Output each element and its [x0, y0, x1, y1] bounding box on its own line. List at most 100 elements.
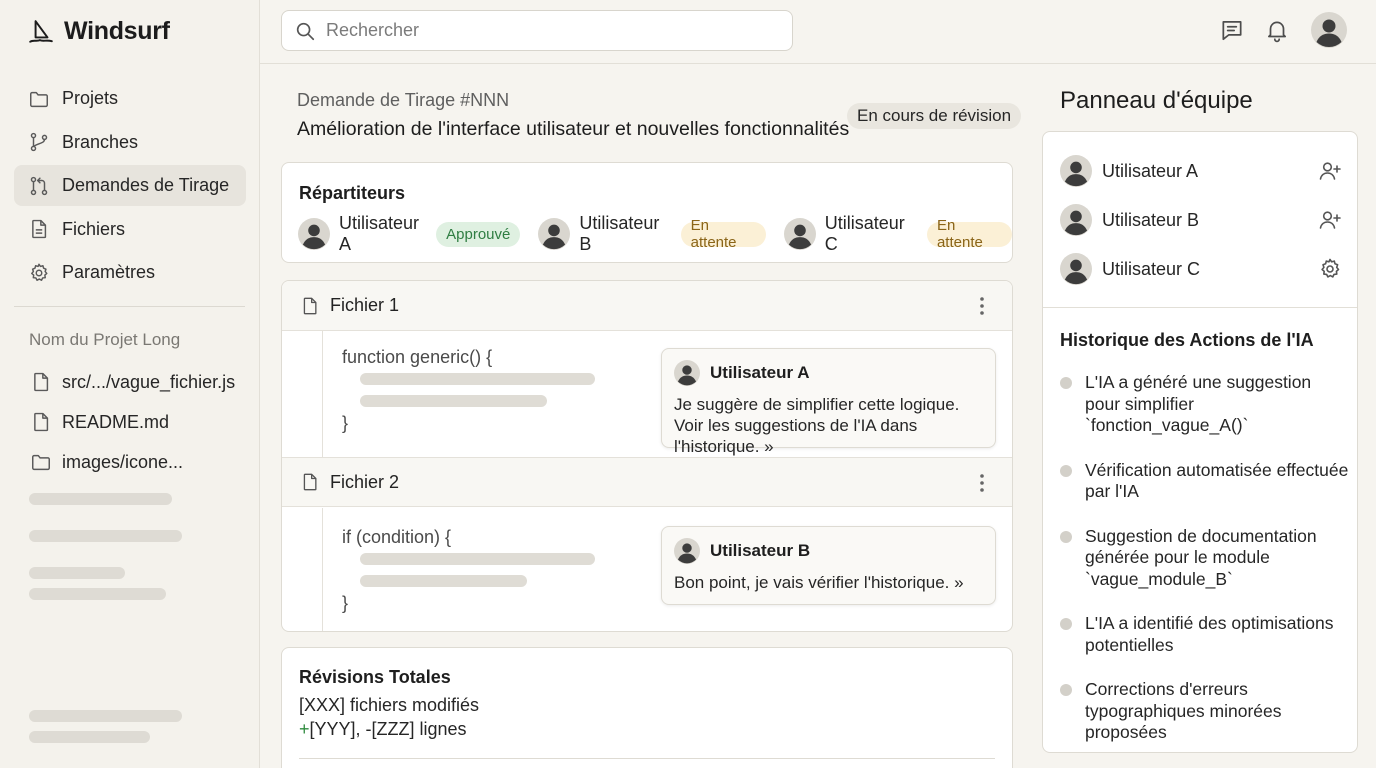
sidebar-item-parametres[interactable]: Paramètres: [14, 252, 246, 293]
comment-header: Utilisateur A: [674, 360, 983, 386]
sidebar-item-branches[interactable]: Branches: [14, 122, 246, 163]
file-item-label: src/.../vague_fichier.js: [62, 371, 236, 392]
file-icon: [300, 296, 320, 316]
history-text: L'IA a identifié des optimisations poten…: [1085, 613, 1334, 655]
sidebar-item-label: Projets: [62, 88, 119, 108]
user-plus-icon[interactable]: [1318, 159, 1342, 183]
sidebar-item-projets[interactable]: Projets: [14, 78, 246, 119]
gear-icon[interactable]: [1318, 257, 1342, 281]
file-title: Fichier 2: [330, 471, 400, 492]
bullet-dot: [1060, 684, 1072, 696]
code-gutter: [322, 331, 323, 457]
avatar: [674, 360, 700, 386]
sidebar-item-demandes-de-tirage[interactable]: Demandes de Tirage: [14, 165, 246, 206]
skeleton-placeholder: [29, 530, 182, 542]
comment-text: Bon point, je vais vérifier l'historique…: [674, 573, 964, 592]
file-item-vague-fichier[interactable]: src/.../vague_fichier.js: [30, 362, 235, 402]
history-item: Corrections d'erreurs typographiques min…: [1060, 679, 1350, 744]
revisions-card: Révisions Totales [XXX] fichiers modifié…: [281, 647, 1013, 768]
file-icon: [30, 411, 52, 433]
code-line: }: [342, 413, 349, 433]
divider: [299, 758, 995, 759]
search-input[interactable]: [326, 20, 766, 41]
message-icon[interactable]: [1219, 17, 1245, 43]
lines-changed: +[YYY], -[ZZZ] lignes: [299, 717, 479, 741]
reviewer-a[interactable]: Utilisateur A Approuvé: [298, 213, 521, 255]
files-diff-card: Fichier 1 function generic() { } Utilisa…: [281, 280, 1013, 632]
code-skeleton: [360, 373, 595, 385]
code-skeleton: [360, 553, 595, 565]
comment-header: Utilisateur B: [674, 538, 983, 564]
project-name: Nom du Projet Long: [29, 330, 181, 349]
avatar[interactable]: [1311, 12, 1347, 48]
skeleton-placeholder: [29, 493, 172, 505]
member-name: Utilisateur A: [1102, 160, 1199, 181]
bell-icon[interactable]: [1264, 17, 1290, 43]
revisions-heading: Révisions Totales: [299, 667, 451, 687]
sidebar-item-label: Paramètres: [62, 262, 156, 282]
sidebar: Windsurf Projets Branches Demandes de Ti…: [0, 0, 260, 768]
reviewer-c[interactable]: Utilisateur C En attente: [783, 213, 1012, 255]
avatar: [674, 538, 700, 564]
lines-changed-value: [YYY], -[ZZZ] lignes: [309, 719, 467, 739]
reviewers-heading: Répartiteurs: [299, 183, 406, 203]
avatar: [1060, 253, 1092, 285]
bullet-dot: [1060, 464, 1072, 477]
status-badge: En cours de révision: [847, 103, 1022, 129]
file-icon: [30, 371, 52, 393]
sidebar-item-fichiers[interactable]: Fichiers: [14, 209, 246, 250]
git-branch-icon: [28, 131, 50, 153]
skeleton-placeholder: [29, 588, 166, 600]
sidebar-item-label: Branches: [62, 131, 139, 152]
history-item: Vérification automatisée effectuée par l…: [1060, 460, 1350, 503]
file-item-label: README.md: [62, 411, 170, 432]
avatar: [538, 218, 571, 250]
team-member-b[interactable]: Utilisateur B: [1060, 203, 1342, 237]
comment-author: Utilisateur A: [710, 363, 810, 382]
code-line: }: [342, 593, 349, 613]
reviewers-card: Répartiteurs Utilisateur A Approuvé Util…: [281, 162, 1013, 263]
file-item-images[interactable]: images/icone...: [30, 442, 235, 482]
file-header[interactable]: Fichier 2: [282, 457, 1012, 507]
status-badge-approved: Approuvé: [436, 221, 521, 247]
skeleton-placeholder: [29, 710, 182, 722]
avatar: [783, 218, 816, 250]
comment-text: Je suggère de simplifier cette logique. …: [674, 395, 960, 456]
team-panel: Utilisateur A Utilisateur B Utilisateur …: [1042, 131, 1358, 753]
reviewer-name: Utilisateur A: [339, 213, 420, 254]
bullet-dot: [1060, 530, 1072, 543]
review-comment[interactable]: Utilisateur B Bon point, je vais vérifie…: [661, 526, 996, 605]
git-pull-request-icon: [28, 175, 50, 197]
file-header[interactable]: Fichier 1: [282, 281, 1012, 331]
history-item: L'IA a identifié des optimisations poten…: [1060, 613, 1350, 656]
brand[interactable]: Windsurf: [28, 17, 170, 46]
history-item: Suggestion de documentation générée pour…: [1060, 526, 1350, 591]
reviewers-list: Utilisateur A Approuvé Utilisateur B En …: [298, 213, 1012, 255]
avatar: [1060, 155, 1092, 187]
bullet-dot: [1060, 377, 1072, 389]
folder-icon: [28, 88, 50, 110]
review-comment[interactable]: Utilisateur A Je suggère de simplifier c…: [661, 348, 996, 456]
gear-icon: [28, 262, 50, 284]
sidebar-item-label: Fichiers: [62, 218, 126, 239]
history-item: L'IA a généré une suggestion pour simpli…: [1060, 372, 1350, 437]
topbar: [260, 0, 1376, 64]
sidebar-divider: [14, 306, 245, 307]
file-icon: [300, 472, 320, 492]
reviewer-b[interactable]: Utilisateur B En attente: [538, 213, 766, 255]
file-item-readme[interactable]: README.md: [30, 402, 235, 442]
search-box[interactable]: [281, 10, 793, 51]
ai-history-title: Historique des Actions de l'IA: [1060, 330, 1314, 350]
additions-sign: +: [299, 719, 310, 739]
history-text: Suggestion de documentation générée pour…: [1085, 525, 1317, 589]
search-icon: [294, 20, 316, 42]
team-member-c[interactable]: Utilisateur C: [1060, 252, 1342, 286]
team-member-a[interactable]: Utilisateur A: [1060, 154, 1342, 188]
status-badge-pending: En attente: [680, 217, 766, 251]
user-plus-icon[interactable]: [1318, 208, 1342, 232]
more-options-icon[interactable]: [970, 471, 994, 495]
file-title: Fichier 1: [330, 295, 400, 315]
sailboat-icon: [28, 19, 54, 45]
files-changed: [XXX] fichiers modifiés: [299, 695, 480, 715]
more-options-icon[interactable]: [970, 294, 994, 318]
